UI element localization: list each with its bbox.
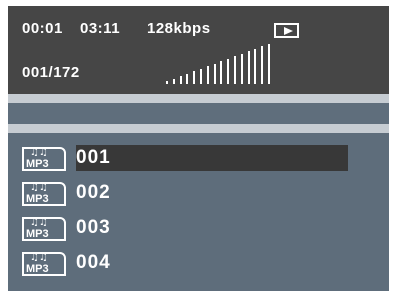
file-name: 004 [76,252,111,273]
mp3-file-icon: ♫♫ MP3 [22,217,66,241]
track-position: 001/172 [22,64,80,81]
level-meter-bar [200,68,202,84]
file-list-item[interactable]: ♫♫ MP3 001 [18,143,348,171]
level-meter-bar [254,48,257,84]
level-meter-bar [261,46,264,84]
level-meter-bar [206,66,209,84]
file-list-item[interactable]: ♫♫ MP3 004 [18,248,348,276]
info-bar [8,103,389,124]
level-meter-bar [166,81,168,84]
mp3-icon-label: MP3 [26,158,49,170]
level-meter-bar [186,73,189,84]
level-meter-bar [227,58,230,84]
status-panel: 00:01 03:11 128kbps 001/172 [8,6,389,94]
bitrate: 128kbps [147,20,211,37]
play-icon [274,23,299,38]
total-time: 03:11 [80,20,121,37]
level-meter-bar [268,43,270,84]
mp3-file-icon: ♫♫ MP3 [22,182,66,206]
level-meter-bar [234,56,236,84]
file-name: 001 [76,147,111,168]
level-meter-bar [213,63,216,84]
divider-top [8,94,389,103]
level-meter [166,42,276,84]
selection-highlight [76,145,348,171]
mp3-file-icon: ♫♫ MP3 [22,147,66,171]
level-meter-bar [240,53,243,84]
file-name: 002 [76,182,111,203]
file-list-item[interactable]: ♫♫ MP3 003 [18,213,348,241]
mp3-icon-label: MP3 [26,263,49,275]
divider-bottom [8,124,389,133]
file-list: ♫♫ MP3 001 ♫♫ MP3 002 ♫♫ MP3 003 ♫♫ MP3 … [8,133,389,291]
level-meter-bar [247,51,250,84]
mp3-icon-label: MP3 [26,193,49,205]
mp3-icon-label: MP3 [26,228,49,240]
level-meter-bar [172,78,175,84]
media-player-screen: 00:01 03:11 128kbps 001/172 ♫♫ MP3 001 ♫… [0,0,397,298]
file-list-item[interactable]: ♫♫ MP3 002 [18,178,348,206]
elapsed-time: 00:01 [22,20,63,37]
file-name: 003 [76,217,111,238]
mp3-file-icon: ♫♫ MP3 [22,252,66,276]
level-meter-bar [220,61,223,84]
level-meter-bar [193,71,196,84]
level-meter-bar [179,76,182,84]
